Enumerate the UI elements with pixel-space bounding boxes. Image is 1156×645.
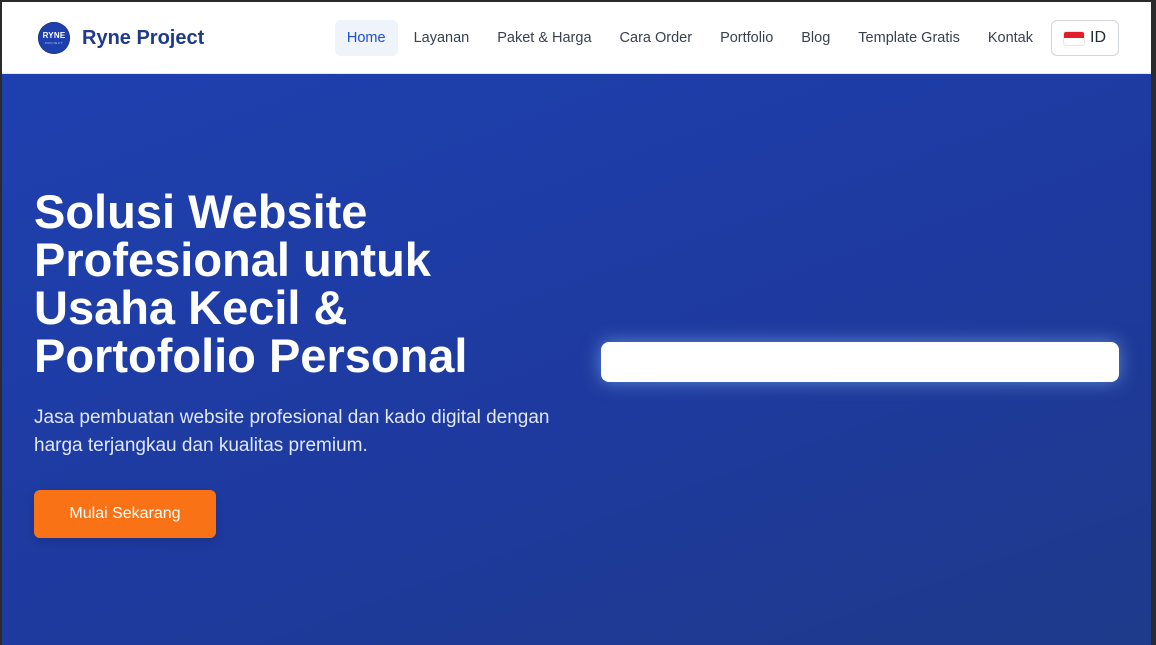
language-label: ID <box>1090 29 1106 46</box>
nav-item-blog[interactable]: Blog <box>789 20 842 56</box>
hero-title: Solusi Website Profesional untuk Usaha K… <box>34 185 468 382</box>
brand-link[interactable]: RYNE PROJECT Ryne Project <box>38 22 204 54</box>
indonesia-flag-icon <box>1064 31 1084 45</box>
logo-text: RYNE <box>42 30 66 40</box>
nav-item-home[interactable]: Home <box>334 20 398 56</box>
nav-item-paket-harga[interactable]: Paket & Harga <box>485 20 603 56</box>
brand-logo: RYNE PROJECT <box>38 22 70 54</box>
brand-name: Ryne Project <box>82 26 205 49</box>
nav-item-template-gratis[interactable]: Template Gratis <box>846 20 972 56</box>
nav-item-portfolio[interactable]: Portfolio <box>708 20 785 56</box>
main-nav: Home Layanan Paket & Harga Cara Order Po… <box>331 20 1119 56</box>
hero-section: Solusi Website Profesional untuk Usaha K… <box>2 74 1151 645</box>
nav-item-kontak[interactable]: Kontak <box>976 20 1045 56</box>
logo-subtext: PROJECT <box>44 40 64 45</box>
language-switcher[interactable]: ID <box>1051 20 1119 56</box>
nav-item-cara-order[interactable]: Cara Order <box>608 20 705 56</box>
navbar: RYNE PROJECT Ryne Project Home Layanan P… <box>2 2 1151 74</box>
nav-item-layanan[interactable]: Layanan <box>402 20 482 56</box>
hero-subtitle: Jasa pembuatan website profesional dan k… <box>34 407 550 456</box>
start-now-button[interactable]: Mulai Sekarang <box>34 490 216 538</box>
browser-viewport: RYNE PROJECT Ryne Project Home Layanan P… <box>2 2 1151 645</box>
hero-card <box>601 342 1119 382</box>
